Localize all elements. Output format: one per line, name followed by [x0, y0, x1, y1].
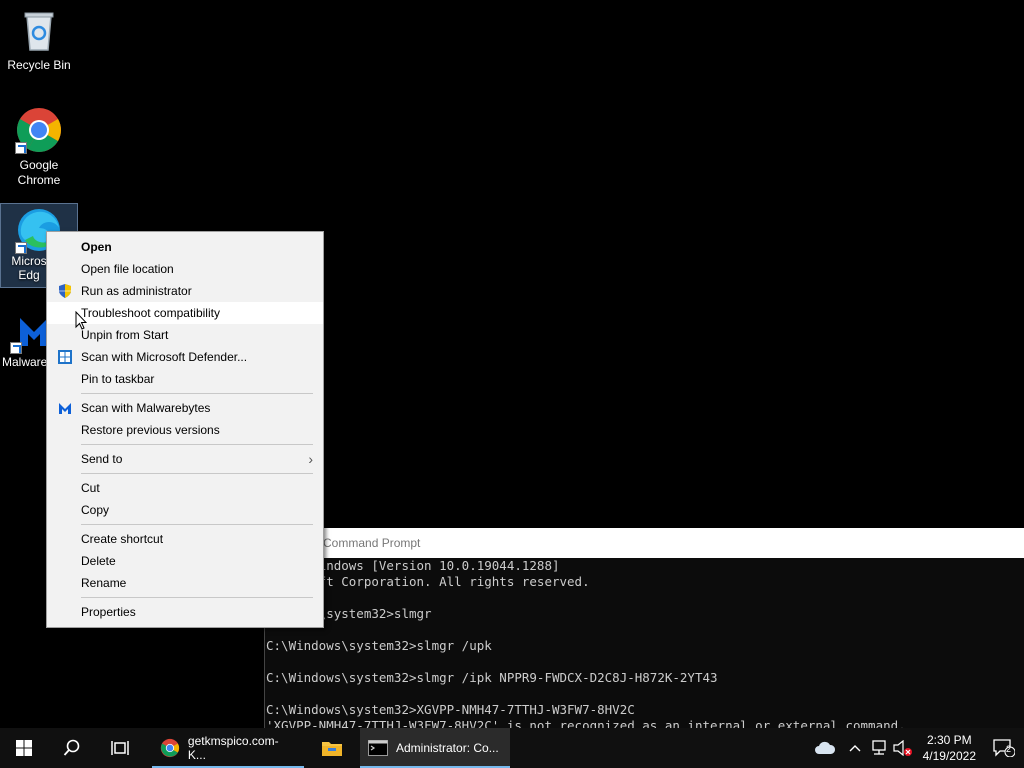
- notification-icon: [993, 739, 1015, 757]
- chevron-right-icon: ›: [308, 451, 313, 467]
- menu-item-label: Rename: [81, 576, 127, 590]
- menu-item-cut[interactable]: Cut: [47, 477, 323, 499]
- show-hidden-icons-button[interactable]: [843, 728, 867, 768]
- menu-separator: [81, 597, 313, 598]
- menu-item-label: Open file location: [81, 262, 174, 276]
- shortcut-arrow-icon: [15, 242, 27, 254]
- search-icon: [63, 739, 80, 756]
- menu-item-scan-with-microsoft-defender[interactable]: Scan with Microsoft Defender...: [47, 346, 323, 368]
- menu-item-label: Troubleshoot compatibility: [81, 306, 220, 320]
- menu-item-delete[interactable]: Delete: [47, 550, 323, 572]
- desktop-icon-label: Google Chrome: [17, 158, 61, 187]
- windows-logo-icon: [16, 740, 32, 756]
- menu-item-label: Run as administrator: [81, 284, 192, 298]
- menu-separator: [81, 393, 313, 394]
- window-title-bar[interactable]: nistrator: Command Prompt: [265, 528, 1024, 558]
- network-button[interactable]: [867, 728, 891, 768]
- chrome-icon: [15, 106, 63, 154]
- menu-item-label: Send to: [81, 452, 123, 466]
- malwarebytes-icon: [57, 400, 73, 416]
- menu-item-label: Copy: [81, 503, 110, 517]
- console-line: ft Windows [Version 10.0.19044.1288]: [266, 558, 560, 573]
- shortcut-arrow-icon: [10, 342, 22, 354]
- clock[interactable]: 2:30 PM 4/19/2022: [915, 732, 984, 764]
- menu-item-label: Pin to taskbar: [81, 372, 155, 386]
- shortcut-arrow-icon: [15, 142, 27, 154]
- desktop-icon-label: Micros Edg: [11, 254, 47, 282]
- menu-item-scan-with-malwarebytes[interactable]: Scan with Malwarebytes: [47, 397, 323, 419]
- menu-item-open-file-location[interactable]: Open file location: [47, 258, 323, 280]
- menu-item-label: Properties: [81, 605, 136, 619]
- menu-item-troubleshoot-compatibility[interactable]: Troubleshoot compatibility: [47, 302, 323, 324]
- taskbar-app-command-prompt[interactable]: Administrator: Co...: [360, 728, 510, 768]
- task-view-icon: [111, 741, 129, 755]
- notification-count: 2: [1006, 744, 1012, 754]
- menu-item-label: Cut: [81, 481, 100, 495]
- volume-muted-icon: [893, 740, 912, 756]
- console-line: C:\Windows\system32>slmgr /upk: [266, 638, 492, 653]
- desktop-icon-label: Recycle Bin: [7, 58, 71, 72]
- taskbar-app-label: Administrator: Co...: [396, 741, 499, 755]
- defender-icon: [57, 349, 73, 365]
- menu-separator: [81, 524, 313, 525]
- menu-item-open[interactable]: Open: [47, 236, 323, 258]
- volume-button[interactable]: [891, 728, 915, 768]
- chevron-up-icon: [849, 745, 861, 752]
- menu-item-label: Unpin from Start: [81, 328, 169, 342]
- system-tray: 2:30 PM 4/19/2022 2: [807, 728, 1024, 768]
- menu-item-restore-previous-versions[interactable]: Restore previous versions: [47, 419, 323, 441]
- onedrive-button[interactable]: [807, 728, 843, 768]
- command-prompt-window[interactable]: nistrator: Command Prompt ft Windows [Ve…: [264, 528, 1024, 736]
- chrome-icon: [160, 738, 180, 758]
- menu-item-label: Scan with Microsoft Defender...: [81, 350, 248, 364]
- console-line: rosoft Corporation. All rights reserved.: [266, 574, 590, 589]
- console-line: C:\Windows\system32>XGVPP-NMH47-7TTHJ-W3…: [266, 702, 635, 717]
- desktop-icon-google-chrome[interactable]: Google Chrome: [1, 106, 77, 188]
- recycle-bin-icon: [15, 6, 63, 54]
- file-explorer-icon: [322, 742, 342, 756]
- mouse-cursor-icon: [75, 310, 88, 333]
- menu-item-label: Create shortcut: [81, 532, 164, 546]
- taskbar: getkmspico.com-K... Administrator: Co...: [0, 728, 1024, 768]
- network-icon: [871, 740, 886, 755]
- menu-item-properties[interactable]: Properties: [47, 601, 323, 623]
- console-output[interactable]: ft Windows [Version 10.0.19044.1288] ros…: [265, 558, 1024, 736]
- menu-item-send-to[interactable]: Send to ›: [47, 448, 323, 470]
- menu-item-label: Open: [81, 240, 112, 254]
- menu-item-copy[interactable]: Copy: [47, 499, 323, 521]
- menu-item-pin-to-taskbar[interactable]: Pin to taskbar: [47, 368, 323, 390]
- uac-shield-icon: [57, 283, 73, 299]
- console-line: dows\system32>slmgr: [266, 606, 432, 621]
- menu-item-label: Restore previous versions: [81, 423, 220, 437]
- menu-separator: [81, 473, 313, 474]
- clock-date: 4/19/2022: [922, 749, 976, 763]
- context-menu: Open Open file location Run as administrat…: [46, 231, 324, 628]
- taskbar-app-label: getkmspico.com-K...: [187, 734, 279, 762]
- search-button[interactable]: [48, 728, 96, 768]
- menu-item-create-shortcut[interactable]: Create shortcut: [47, 528, 323, 550]
- menu-item-label: Scan with Malwarebytes: [81, 401, 211, 415]
- menu-item-rename[interactable]: Rename: [47, 572, 323, 594]
- start-button[interactable]: [0, 728, 48, 768]
- cloud-icon: [814, 741, 835, 754]
- task-view-button[interactable]: [96, 728, 144, 768]
- menu-item-run-as-administrator[interactable]: Run as administrator: [47, 280, 323, 302]
- menu-separator: [81, 444, 313, 445]
- menu-item-label: Delete: [81, 554, 116, 568]
- action-center-button[interactable]: 2: [984, 728, 1024, 768]
- taskbar-app-file-explorer[interactable]: [304, 728, 360, 768]
- console-line: C:\Windows\system32>slmgr /ipk NPPR9-FWD…: [266, 670, 718, 685]
- menu-item-unpin-from-start[interactable]: Unpin from Start: [47, 324, 323, 346]
- cmd-icon: [368, 740, 388, 756]
- taskbar-app-chrome[interactable]: getkmspico.com-K...: [152, 728, 304, 768]
- clock-time: 2:30 PM: [926, 733, 972, 747]
- desktop-icon-recycle-bin[interactable]: Recycle Bin: [1, 6, 77, 73]
